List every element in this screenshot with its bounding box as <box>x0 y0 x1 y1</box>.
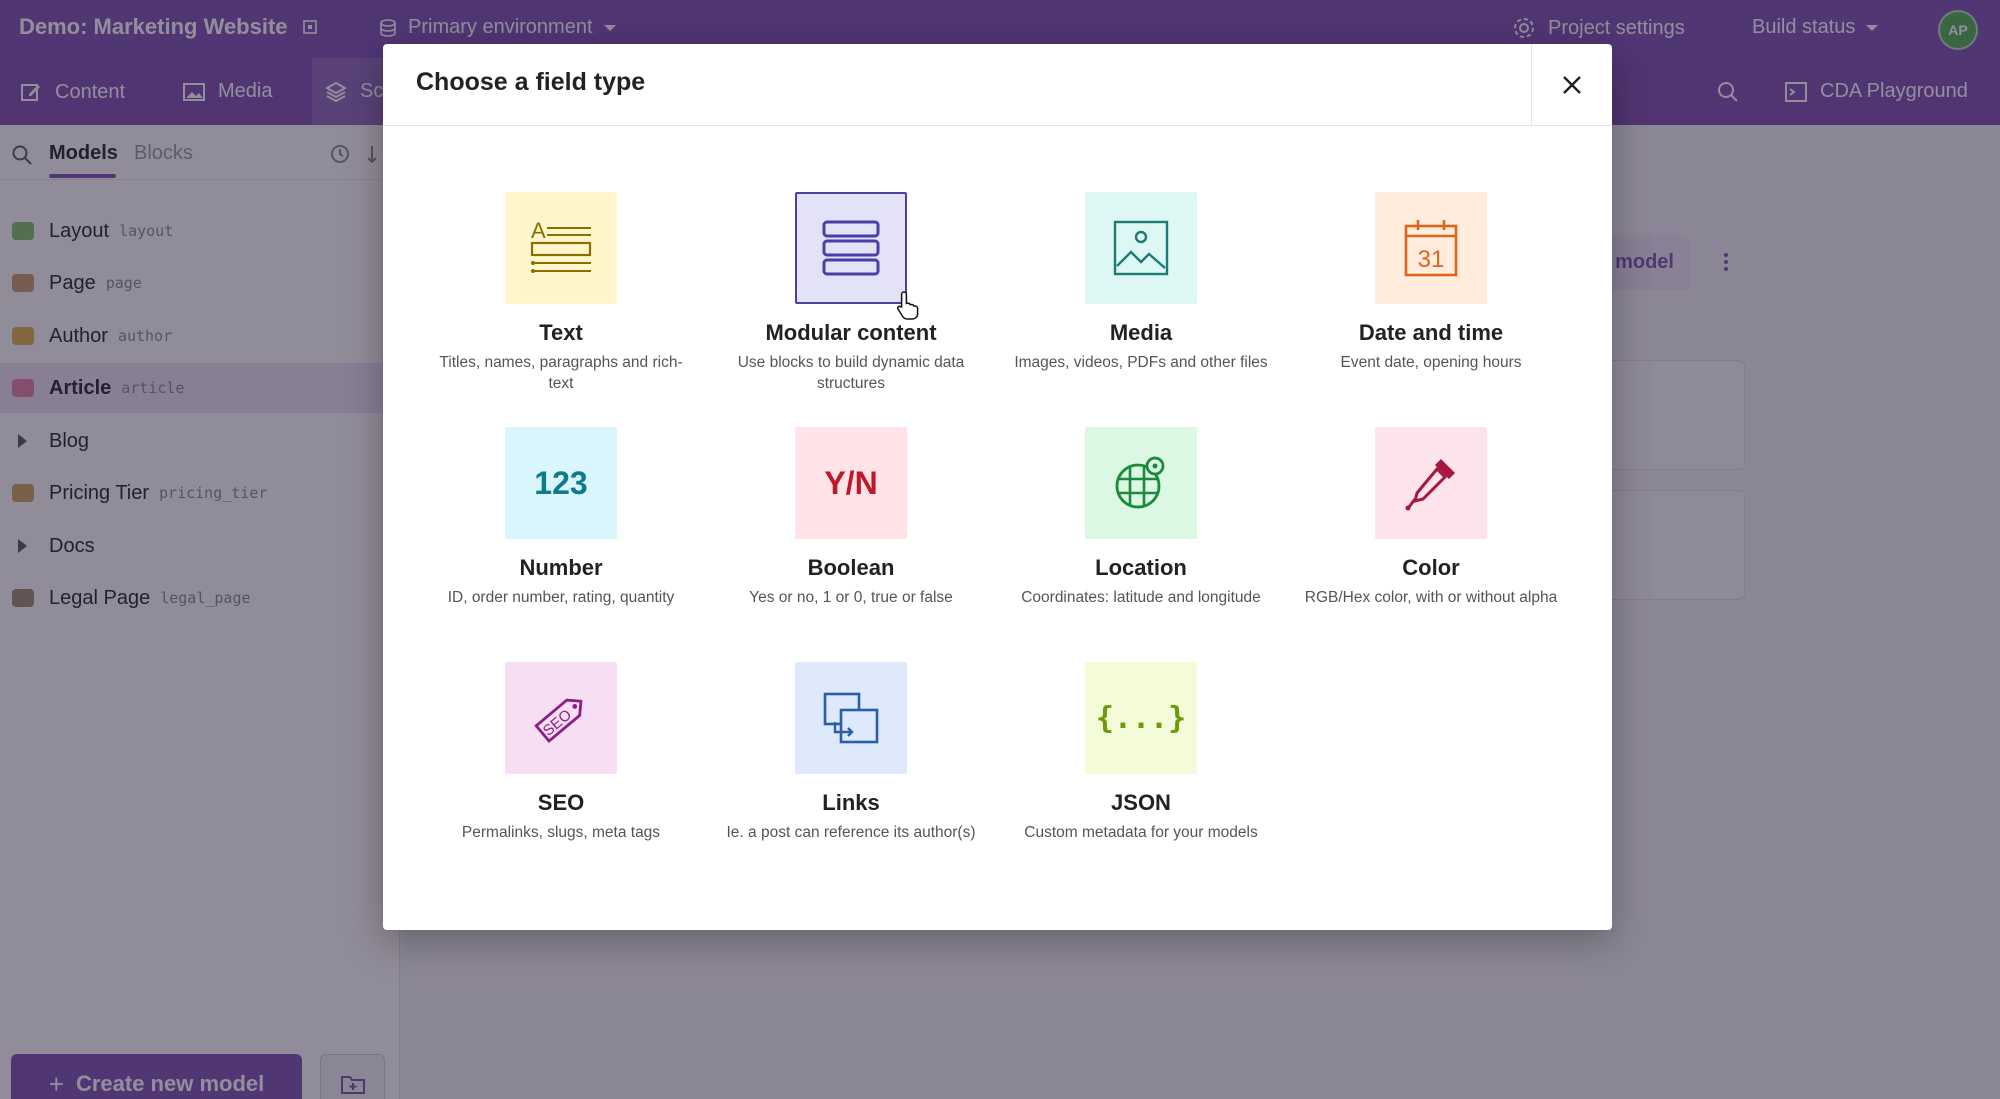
links-icon <box>823 692 879 744</box>
field-type-json[interactable]: {...} JSON Custom metadata for your mode… <box>996 662 1286 843</box>
field-type-description: Permalinks, slugs, meta tags <box>461 824 661 841</box>
field-type-tile: A <box>505 192 617 304</box>
field-type-media[interactable]: Media Images, videos, PDFs and other fil… <box>996 192 1286 373</box>
field-type-name: Media <box>1109 320 1173 345</box>
field-type-tile: {...} <box>1085 662 1197 774</box>
field-type-name: Modular content <box>765 320 937 345</box>
calendar-day: 31 <box>1418 246 1445 273</box>
field-type-name: Date and time <box>1358 320 1504 345</box>
field-type-boolean[interactable]: Y/N Boolean Yes or no, 1 or 0, true or f… <box>706 427 996 608</box>
field-type-name: Number <box>519 555 603 580</box>
field-type-color[interactable]: Color RGB/Hex color, with or without alp… <box>1286 427 1576 608</box>
seo-tag-icon: SEO <box>534 698 583 744</box>
field-type-tile: Y/N <box>795 427 907 539</box>
field-type-number[interactable]: 123 Number ID, order number, rating, qua… <box>416 427 706 608</box>
field-type-name: JSON <box>1111 790 1171 815</box>
field-type-description: Use blocks to build dynamic data structu… <box>737 354 965 392</box>
svg-text:A: A <box>531 218 546 243</box>
modal-title: Choose a field type <box>416 68 646 96</box>
field-type-description: Images, videos, PDFs and other files <box>1014 354 1268 371</box>
field-type-links[interactable]: Links Ie. a post can reference its autho… <box>706 662 996 843</box>
text-icon: A <box>530 218 592 273</box>
color-picker-icon <box>1405 459 1455 511</box>
close-button[interactable] <box>1531 44 1612 126</box>
close-icon <box>1563 76 1581 94</box>
json-icon: {...} <box>1095 700 1187 736</box>
location-icon <box>1115 456 1165 509</box>
image-icon <box>1113 220 1169 276</box>
field-type-description: ID, order number, rating, quantity <box>447 589 675 606</box>
number-icon: 123 <box>534 464 588 501</box>
field-type-name: Links <box>822 790 880 815</box>
field-type-modular-content[interactable]: Modular content Use blocks to build dyna… <box>706 192 996 394</box>
field-type-name: Boolean <box>807 555 895 580</box>
field-type-name: Color <box>1402 555 1460 580</box>
field-type-tile <box>795 662 907 774</box>
field-type-location[interactable]: Location Coordinates: latitude and longi… <box>996 427 1286 608</box>
field-type-description: Coordinates: latitude and longitude <box>1021 589 1261 606</box>
field-type-description: Yes or no, 1 or 0, true or false <box>749 589 953 606</box>
calendar-icon: 31 <box>1404 220 1458 277</box>
field-type-modal: Choose a field type A Text Titles, names… <box>383 44 1612 930</box>
field-type-tile <box>1085 427 1197 539</box>
field-type-date-and-time[interactable]: 31 Date and time Event date, opening hou… <box>1286 192 1576 373</box>
field-type-text[interactable]: A Text Titles, names, paragraphs and ric… <box>416 192 706 394</box>
field-type-tile: 123 <box>505 427 617 539</box>
field-type-description: Titles, names, paragraphs and rich-text <box>439 354 683 392</box>
hand-cursor-icon <box>897 291 919 320</box>
field-type-tile: 31 <box>1375 192 1487 304</box>
field-type-description: Custom metadata for your models <box>1024 824 1258 841</box>
field-type-description: Ie. a post can reference its author(s) <box>726 824 976 841</box>
modal-header: Choose a field type <box>383 44 1612 126</box>
boolean-icon: Y/N <box>824 464 878 501</box>
field-type-description: Event date, opening hours <box>1340 354 1522 371</box>
field-type-name: Text <box>539 320 583 345</box>
field-type-tile <box>1375 427 1487 539</box>
field-type-tile <box>1085 192 1197 304</box>
modular-content-icon <box>822 220 880 276</box>
field-type-tile: SEO <box>505 662 617 774</box>
field-type-tile <box>795 192 907 304</box>
field-type-seo[interactable]: SEO SEO Permalinks, slugs, meta tags <box>416 662 706 843</box>
field-type-name: SEO <box>537 790 585 815</box>
field-type-name: Location <box>1095 555 1187 580</box>
field-type-description: RGB/Hex color, with or without alpha <box>1304 589 1558 606</box>
